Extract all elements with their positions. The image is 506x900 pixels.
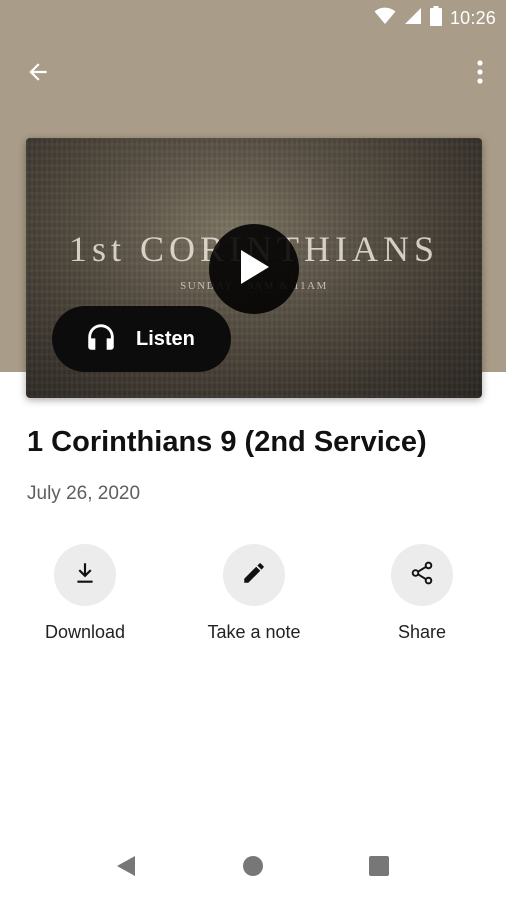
share-label: Share — [397, 622, 447, 642]
play-button[interactable] — [209, 224, 299, 314]
share-button[interactable]: Share — [352, 544, 492, 643]
take-note-circle — [223, 544, 285, 606]
headphones-icon — [84, 320, 118, 359]
nav-back-button[interactable] — [108, 850, 144, 886]
listen-label: Listen — [136, 327, 195, 350]
take-note-label: Take a note — [207, 622, 301, 642]
status-bar: 10:26 — [0, 0, 506, 36]
take-note-button[interactable]: Take a note — [184, 544, 324, 643]
more-vert-icon — [476, 59, 484, 90]
pencil-icon — [241, 560, 267, 591]
sermon-title: 1 Corinthians 9 (2nd Service) — [27, 426, 427, 458]
arrow-back-icon — [25, 59, 51, 90]
nav-home-button[interactable] — [235, 850, 271, 886]
back-button[interactable] — [18, 56, 58, 92]
sermon-artwork[interactable]: 1st CORINTHIANS SUNDAY · 9AM & 11AM List… — [26, 138, 482, 398]
share-circle — [391, 544, 453, 606]
nav-recents-button[interactable] — [361, 850, 397, 886]
wifi-icon — [374, 7, 396, 30]
download-label: Download — [44, 622, 126, 642]
sermon-date: July 26, 2020 — [27, 483, 141, 504]
toolbar — [0, 50, 506, 98]
listen-button[interactable]: Listen — [52, 306, 231, 372]
nav-back-icon — [115, 854, 137, 883]
system-nav-bar — [0, 836, 506, 900]
more-options-button[interactable] — [468, 56, 492, 92]
cell-signal-icon — [404, 7, 422, 30]
play-icon — [237, 248, 271, 291]
share-icon — [409, 560, 435, 591]
nav-recents-icon — [368, 855, 390, 882]
download-icon — [72, 560, 98, 591]
battery-icon — [429, 5, 442, 31]
download-button[interactable]: Download — [15, 544, 155, 643]
status-time: 10:26 — [449, 7, 496, 28]
download-circle — [54, 544, 116, 606]
nav-home-icon — [242, 855, 264, 882]
status-icons: 10:26 — [374, 5, 496, 31]
